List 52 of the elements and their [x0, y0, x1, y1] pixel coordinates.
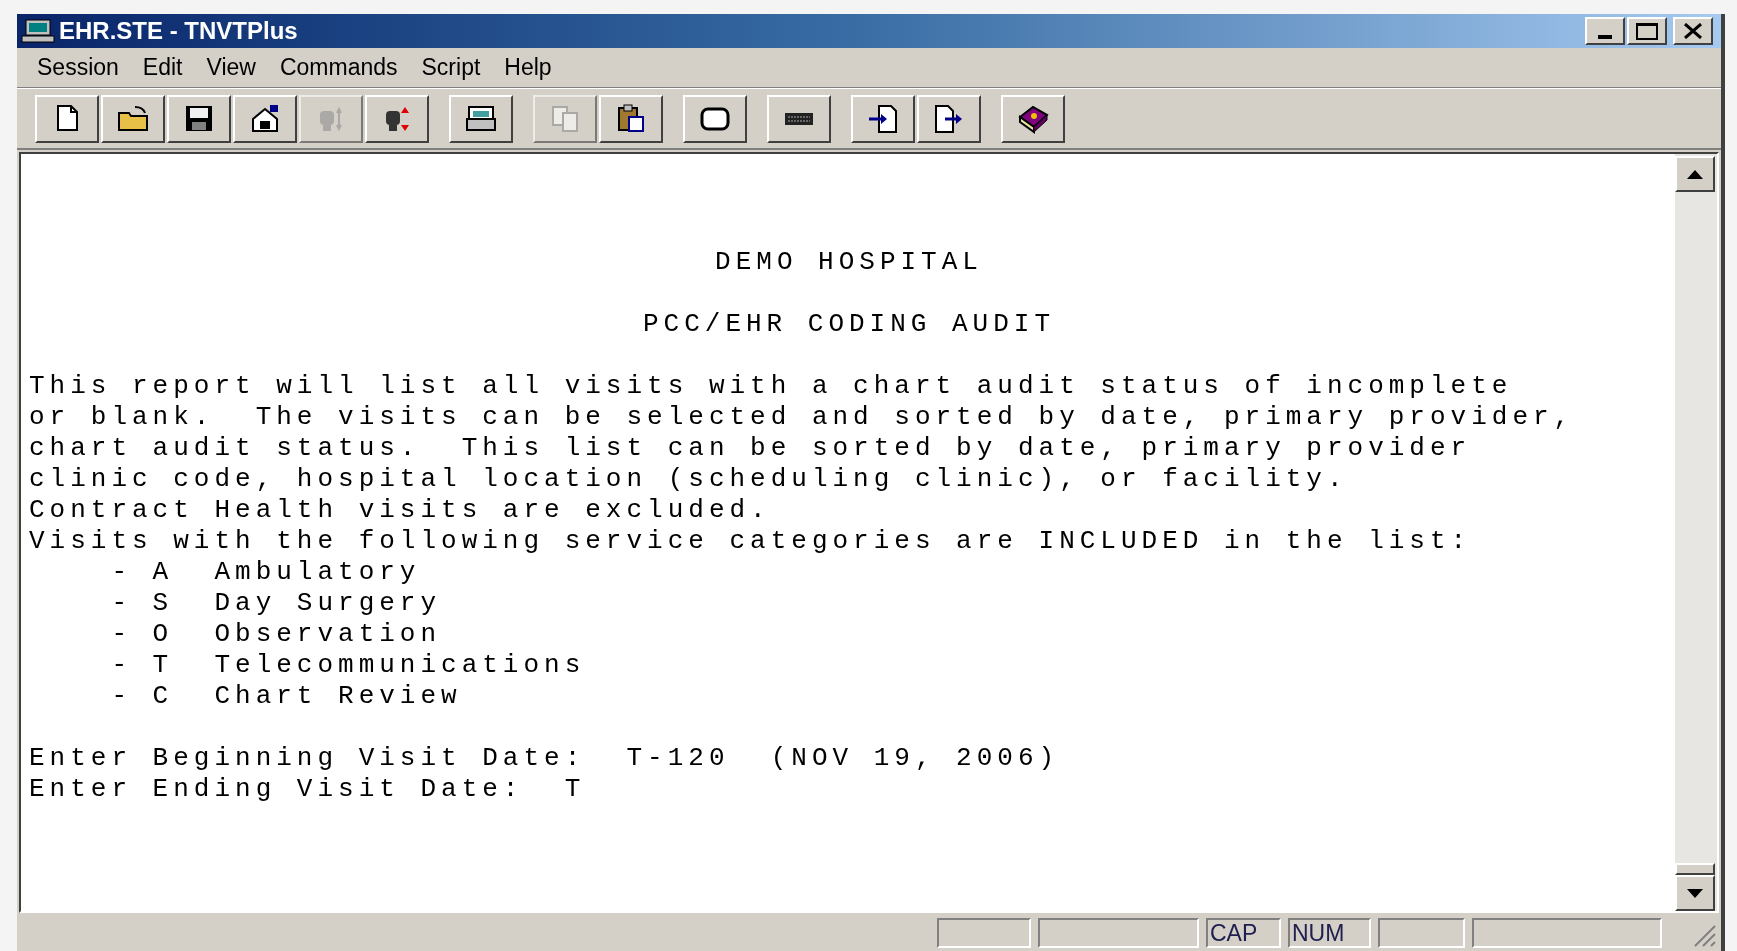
minimize-button[interactable]: [1585, 17, 1625, 45]
terminal-line: chart audit status. This list can be sorted by date, primary provider: [29, 433, 1472, 463]
maximize-button[interactable]: [1627, 17, 1667, 45]
terminal-line: - S Day Surgery: [110, 588, 442, 618]
report-heading: DEMO HOSPITAL: [715, 247, 983, 277]
minimize-icon: [1598, 35, 1612, 39]
terminal-line: - C Chart Review: [110, 681, 462, 711]
close-icon: [1683, 23, 1703, 39]
menu-item[interactable]: Session: [29, 50, 127, 85]
scroll-down-button[interactable]: [1675, 875, 1715, 911]
status-indicator: CAP: [1206, 918, 1281, 948]
up-arrow-icon: [1687, 169, 1703, 179]
terminal-line: - A Ambulatory: [110, 557, 421, 587]
close-button[interactable]: [1673, 17, 1713, 45]
toolbar-button[interactable]: [167, 94, 231, 143]
terminal-line: This report will list all visits with a chart audit status of incomplete: [29, 371, 1513, 401]
window-title: EHR.STE - TNVTPlus: [59, 16, 298, 46]
toolbar-button[interactable]: [767, 94, 831, 143]
down-arrow-icon: [1687, 888, 1703, 898]
toolbar-button[interactable]: [917, 94, 981, 143]
menu-item[interactable]: Help: [496, 50, 560, 85]
clipboard-icon: [615, 102, 647, 135]
vertical-scrollbar[interactable]: [1675, 154, 1717, 911]
terminal-line: Contract Health visits are excluded.: [29, 495, 771, 525]
toolbar-button[interactable]: [365, 94, 429, 143]
toolbar-button[interactable]: [101, 94, 165, 143]
menu-item[interactable]: Script: [413, 50, 489, 85]
terminal-line: Visits with the following service categories are INCLUDED in the list:: [29, 526, 1472, 556]
maximize-icon: [1636, 22, 1658, 40]
toolbar-button[interactable]: [599, 94, 663, 143]
toolbar-button[interactable]: [35, 94, 99, 143]
menu-item[interactable]: Commands: [271, 50, 406, 85]
status-indicator: NUM: [1288, 918, 1371, 948]
toolbar-button[interactable]: [449, 94, 513, 143]
menu-item[interactable]: View: [198, 50, 264, 85]
terminal-line: or blank. The visits can be selected and sorted by date, primary provider,: [29, 402, 1575, 432]
toolbar-button[interactable]: [683, 94, 747, 143]
terminal-line: Enter Ending Visit Date: T: [29, 774, 586, 804]
document-arrow-in-icon: [867, 102, 899, 135]
terminal-line: - T Telecommunications: [110, 650, 586, 680]
computer-icon: [21, 18, 55, 44]
toolbar-button[interactable]: [233, 94, 297, 143]
report-heading: PCC/EHR CODING AUDIT: [642, 309, 1056, 339]
scroll-thumb[interactable]: [1675, 863, 1715, 875]
toolbar-button[interactable]: [1001, 94, 1065, 143]
menu-item[interactable]: Edit: [134, 50, 191, 85]
scroll-up-button[interactable]: [1675, 156, 1715, 192]
terminal-line: clinic code, hospital location (scheduling clinic), or facility.: [29, 464, 1348, 494]
house-document-icon: [249, 102, 281, 135]
terminal-line: Enter Beginning Visit Date: T-120 (NOV 19, 2006): [29, 743, 1060, 773]
toolbar-button[interactable]: [851, 94, 915, 143]
terminal-line: - O Observation: [110, 619, 442, 649]
